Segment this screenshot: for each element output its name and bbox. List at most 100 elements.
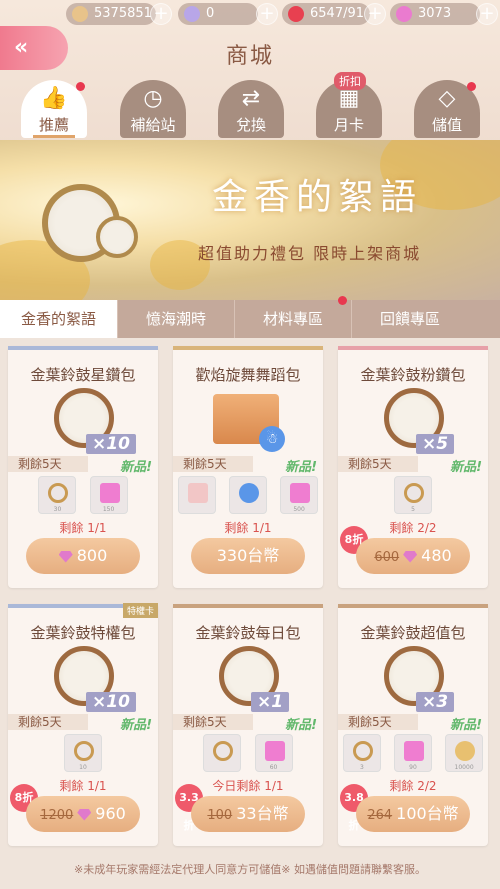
ring-icon <box>213 741 234 761</box>
nav-tab-exchange[interactable]: ⇄ 兌換 <box>218 80 284 138</box>
notification-dot <box>338 296 347 305</box>
new-badge: 新品! <box>120 718 152 733</box>
banner-title: 金香的絮語 <box>212 177 423 218</box>
outfit-icon <box>187 483 208 503</box>
buy-button[interactable]: 264 100台幣 <box>356 796 470 832</box>
pack-card[interactable]: 特權卡 金葉鈴鼓特權包 ×10 剩餘5天 新品! 10 剩餘 1/1 8折 12… <box>8 603 158 846</box>
outfit-item[interactable] <box>177 476 216 514</box>
new-badge: 新品! <box>450 718 482 733</box>
price: 33台幣 <box>236 804 289 823</box>
time-remaining: 剩餘5天 <box>173 714 253 730</box>
ring-item[interactable]: 3 <box>342 734 381 772</box>
price: 100台幣 <box>396 804 459 823</box>
subtab-rewards[interactable]: 回饋專區 <box>351 300 468 338</box>
gold-coin-icon <box>455 741 476 761</box>
dance-item[interactable] <box>229 476 267 514</box>
pink-gem-icon <box>290 483 311 503</box>
original-price: 264 <box>367 808 393 823</box>
gem-item[interactable]: 500 <box>280 476 319 514</box>
buy-button[interactable]: 800 <box>26 538 140 574</box>
nav-tab-recommend[interactable]: 👍 推薦 <box>21 80 87 138</box>
gold-counter: 5375851 <box>66 3 156 25</box>
pack-quantity: ×3 <box>416 692 455 712</box>
gem-item[interactable]: 150 <box>89 476 128 514</box>
pack-card[interactable]: 金葉鈴鼓星鑽包 ×10 剩餘5天 新品! 30 150 剩餘 1/1 800 <box>8 346 158 588</box>
original-price: 100 <box>207 808 233 823</box>
footer-notice: ※未成年玩家需經法定代理人同意方可儲值※ 如遇儲值問題請聯繫客服。 <box>74 863 426 876</box>
price: 800 <box>76 546 108 565</box>
gem-item[interactable]: 90 <box>394 734 432 772</box>
privilege-tag: 特權卡 <box>122 603 158 618</box>
thumbs-up-icon: 👍 <box>40 86 68 111</box>
pack-name: 金葉鈴鼓特權包 <box>30 624 136 642</box>
page-title: 商城 <box>225 44 274 69</box>
buy-button[interactable]: 600 480 <box>356 538 470 574</box>
time-remaining: 剩餘5天 <box>338 456 418 472</box>
new-badge: 新品! <box>285 718 317 733</box>
stamina-counter: 6547/91 <box>282 3 370 25</box>
price: 960 <box>95 804 126 823</box>
item-count: 3 <box>359 764 364 771</box>
pinkgem-counter: 3073 <box>390 3 480 25</box>
nav-tab-monthly[interactable]: 折扣 ▦ 月卡 <box>316 72 382 138</box>
ring-item[interactable] <box>203 734 242 772</box>
heart-icon <box>288 6 304 22</box>
buy-button[interactable]: 1200 960 <box>26 796 140 832</box>
pack-card[interactable]: 金葉鈴鼓粉鑽包 ×5 剩餘5天 新品! 5 剩餘 2/2 8折 600 480 <box>338 346 488 588</box>
pack-name: 金葉鈴鼓星鑽包 <box>30 366 136 384</box>
pack-name: 金葉鈴鼓粉鑽包 <box>360 366 466 384</box>
pack-name: 歡焰旋舞舞蹈包 <box>195 366 301 384</box>
add-gold-button[interactable]: + <box>150 3 172 25</box>
new-badge: 新品! <box>120 460 152 475</box>
ring-item[interactable]: 30 <box>38 476 77 514</box>
card-accent <box>173 604 323 608</box>
gem-item[interactable]: 60 <box>254 734 293 772</box>
pack-contents: 5 <box>338 476 488 518</box>
pink-gem-icon <box>99 483 120 503</box>
add-pinkgem-button[interactable]: + <box>476 3 498 25</box>
promo-banner[interactable] <box>0 140 500 300</box>
new-badge: 新品! <box>285 460 317 475</box>
ring-item[interactable]: 5 <box>394 476 432 514</box>
item-count: 90 <box>409 764 417 771</box>
subtab-materials[interactable]: 材料專區 <box>234 300 351 338</box>
pack-quantity: ×10 <box>86 692 136 712</box>
header-bg: 5375851 + 0 + 6547/91 + 3073 + « 商城 👍 推薦… <box>0 0 500 145</box>
add-diamond-button[interactable]: + <box>256 3 278 25</box>
ring-icon <box>48 483 69 503</box>
banner-subtitle: 超值助力禮包 限時上架商城 <box>198 244 422 263</box>
sale-badge: 折扣 <box>334 72 366 90</box>
pink-gem-icon <box>404 741 424 761</box>
exchange-icon: ⇄ <box>241 86 261 111</box>
dance-icon <box>239 483 259 503</box>
time-remaining: 剩餘5天 <box>173 456 253 472</box>
pack-card[interactable]: 金葉鈴鼓超值包 ×3 剩餘5天 新品! 3 90 10000 剩餘 2/2 3.… <box>338 604 488 846</box>
ring-item[interactable]: 10 <box>64 734 102 772</box>
card-accent <box>338 346 488 350</box>
diamond-counter: 0 <box>178 3 258 25</box>
pack-contents: 60 <box>173 734 323 776</box>
ring-icon <box>74 741 94 761</box>
pack-card[interactable]: 金葉鈴鼓每日包 ×1 剩餘5天 新品! 60 今日剩餘 1/1 3.3折 100… <box>173 604 323 846</box>
pack-name: 金葉鈴鼓超值包 <box>360 624 466 642</box>
diamond-outline-icon: ◇ <box>438 86 456 111</box>
cat-coin-icon <box>72 6 88 22</box>
nav-tab-supply[interactable]: ◷ 補給站 <box>120 80 186 138</box>
subtab-memory[interactable]: 憶海潮時 <box>117 300 234 338</box>
item-count: 10 <box>79 764 87 771</box>
add-stamina-button[interactable]: + <box>364 3 386 25</box>
ring-icon <box>404 483 424 503</box>
buy-button[interactable]: 100 33台幣 <box>191 796 305 832</box>
nav-tab-topup[interactable]: ◇ 儲值 <box>414 80 480 138</box>
buy-button[interactable]: 330台幣 <box>191 538 305 574</box>
pack-contents: 500 <box>173 476 323 518</box>
gem-icon <box>58 550 73 563</box>
notification-dot <box>467 82 476 91</box>
card-accent <box>8 346 158 350</box>
clock-icon: ◷ <box>143 86 163 111</box>
gold-item[interactable]: 10000 <box>445 734 484 772</box>
pack-card[interactable]: 歡焰旋舞舞蹈包 ☃ 剩餘5天 新品! 500 剩餘 1/1 330台幣 <box>173 346 323 588</box>
original-price: 600 <box>374 550 400 565</box>
subtab-golden[interactable]: 金香的絮語 <box>0 300 117 338</box>
pack-contents: 30 150 <box>8 476 158 518</box>
